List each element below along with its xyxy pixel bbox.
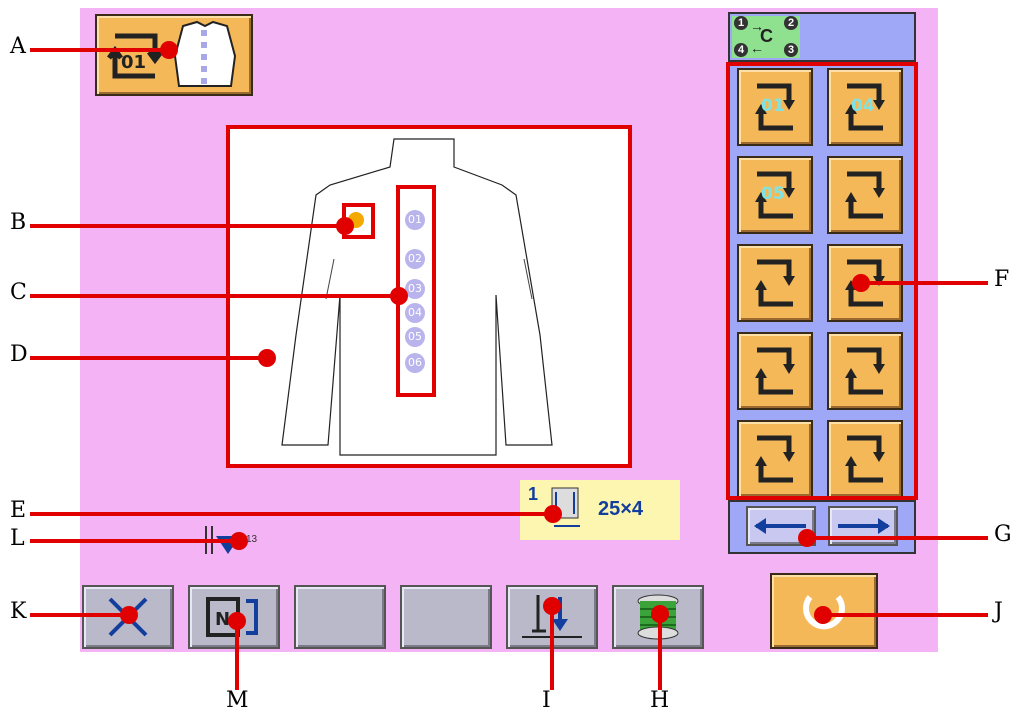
callout-dot-f: [852, 274, 870, 292]
callout-b: B: [10, 210, 27, 235]
empty-button-1[interactable]: [294, 585, 386, 649]
callout-f: F: [994, 267, 1010, 292]
callout-line-e: [30, 512, 550, 516]
sewing-order-icon: 1 2 4 3 C → ←: [732, 16, 800, 58]
arrow-right-small-icon: →: [750, 18, 764, 34]
callout-l: L: [10, 526, 25, 551]
callout-dot-i: [543, 597, 561, 615]
arrow-left-small-icon: ←: [750, 40, 764, 56]
callout-line-a: [30, 48, 170, 52]
svg-text:01: 01: [121, 52, 146, 73]
callout-e: E: [10, 498, 27, 523]
position-5[interactable]: 05: [405, 327, 425, 347]
callout-k: K: [10, 599, 27, 624]
callout-dot-m: [228, 612, 246, 630]
empty-button-2[interactable]: [400, 585, 492, 649]
callout-line-k: [30, 613, 130, 617]
callout-dot-b: [336, 217, 354, 235]
callout-j: J: [994, 599, 1003, 624]
position-1[interactable]: 01: [405, 210, 425, 230]
callout-dot-h: [651, 605, 669, 623]
sewing-order-header: 1 2 4 3 C → ←: [728, 12, 916, 62]
callout-line-h: [658, 612, 662, 690]
callout-line-f: [860, 281, 988, 285]
callout-line-i: [550, 604, 554, 690]
callout-dot-e: [544, 505, 562, 523]
callout-i: I: [542, 688, 551, 713]
callout-dot-c: [390, 287, 408, 305]
position-6[interactable]: 06: [405, 353, 425, 373]
callout-dot-g: [798, 529, 816, 547]
callout-line-l: [30, 539, 240, 543]
callout-h: H: [650, 688, 670, 713]
callout-line-c: [30, 294, 400, 298]
position-2[interactable]: 02: [405, 249, 425, 269]
callout-dot-a: [160, 41, 178, 59]
callout-line-b: [30, 224, 350, 228]
callout-d: D: [10, 342, 28, 367]
callout-c: C: [10, 280, 27, 305]
callout-m: M: [226, 688, 249, 713]
callout-line-g: [808, 536, 988, 540]
callout-line-j: [824, 613, 988, 617]
position-4[interactable]: 04: [405, 303, 425, 323]
callout-dot-j: [814, 606, 832, 624]
position-3[interactable]: 03: [405, 279, 425, 299]
callout-dot-l: [230, 532, 248, 550]
callout-a: A: [10, 34, 26, 59]
callout-line-m: [235, 620, 239, 690]
callout-line-d: [30, 356, 270, 360]
next-page-button[interactable]: [828, 506, 898, 546]
callout-dot-d: [258, 349, 276, 367]
callout-dot-k: [120, 606, 138, 624]
callout-g: G: [994, 522, 1012, 547]
